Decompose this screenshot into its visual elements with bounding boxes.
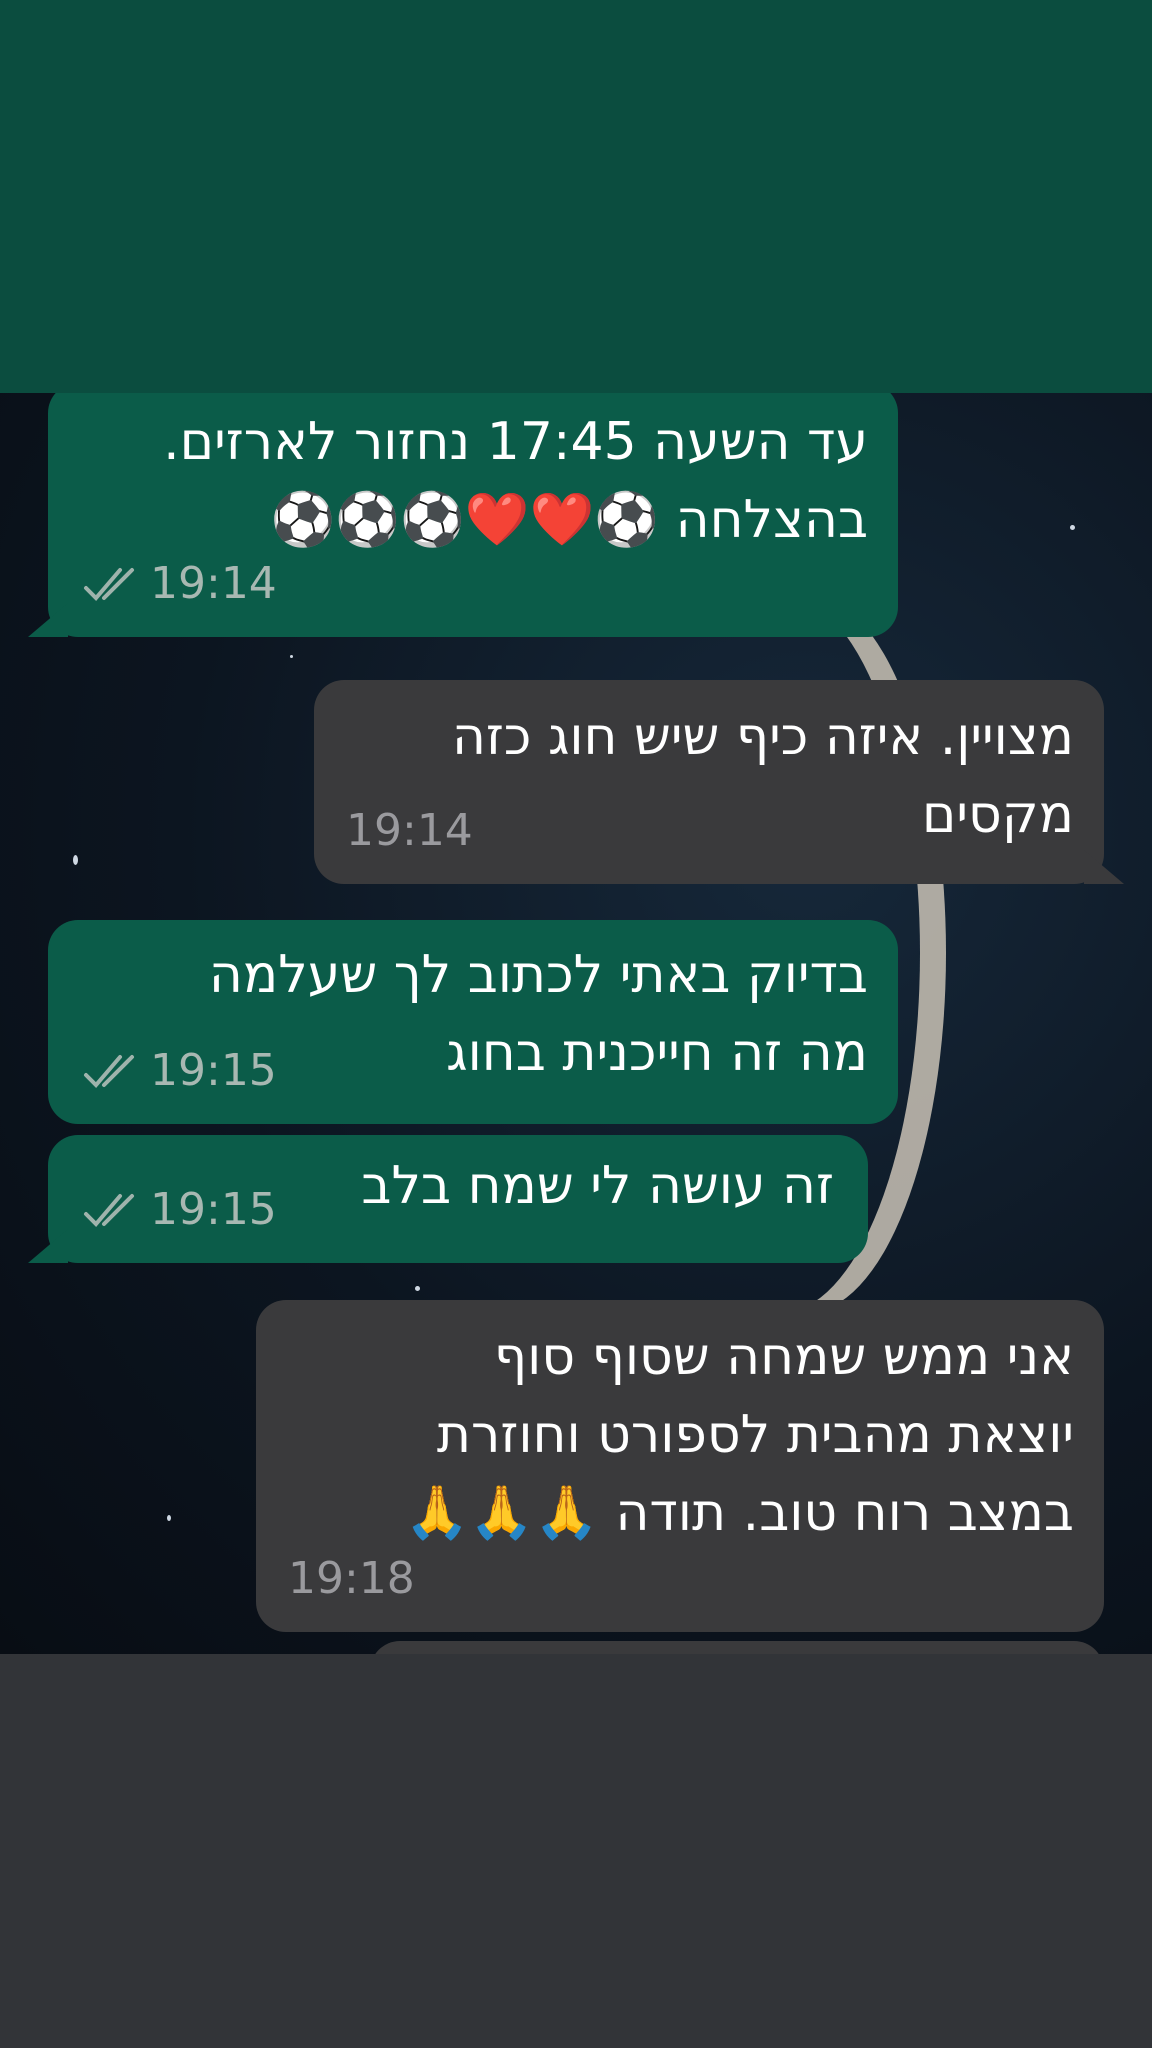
message-line: אני ממש שמחה שסוף סוף (493, 1327, 1074, 1387)
message-time: 19:14 (346, 805, 473, 856)
bubble-tail (1084, 850, 1124, 884)
message-text: אני ממש שמחה שסוף סוף יוצאת מהבית לספורט… (405, 1318, 1074, 1552)
message-bubble-outgoing[interactable]: עד השעה 17:45 נחזור לארזים. בהצלחה ⚽️❤️❤… (28, 393, 898, 637)
message-line: מקסים (921, 785, 1074, 845)
message-bubble-outgoing[interactable]: בדיוק באתי לכתוב לך שעלמה מה זה חייכנית … (48, 920, 898, 1124)
message-bubble-incoming-partial[interactable] (370, 1641, 1104, 1654)
message-time: 19:15 (150, 1045, 277, 1096)
top-overlay-band (0, 0, 1152, 393)
message-time: 19:15 (150, 1184, 277, 1235)
message-text: זה עושה לי שמח בלב (361, 1147, 834, 1225)
message-meta: 19:14 (346, 792, 473, 870)
message-meta: 19:18 (288, 1540, 415, 1618)
read-double-check-icon (84, 1055, 134, 1088)
message-line: מה זה חייכנית בחוג (446, 1023, 868, 1083)
message-time: 19:14 (150, 558, 277, 609)
star-decoration (167, 1515, 171, 1521)
message-line: זה עושה לי שמח בלב (361, 1156, 834, 1216)
message-time: 19:18 (288, 1553, 415, 1604)
star-decoration (415, 1286, 420, 1291)
star-decoration (73, 855, 78, 865)
star-decoration (290, 655, 293, 658)
message-meta: 19:15 (82, 1171, 277, 1249)
message-bubble-outgoing[interactable]: זה עושה לי שמח בלב 19:15 (28, 1135, 868, 1263)
message-bubble-incoming[interactable]: אני ממש שמחה שסוף סוף יוצאת מהבית לספורט… (256, 1300, 1104, 1632)
chat-message-list[interactable]: עד השעה 17:45 נחזור לארזים. בהצלחה ⚽️❤️❤… (0, 393, 1152, 1654)
message-meta: 19:14 (82, 545, 277, 623)
message-line: יוצאת מהבית לספורט וחוזרת (436, 1405, 1074, 1465)
bubble-tail (28, 603, 68, 637)
read-double-check-icon (84, 568, 134, 601)
message-text: עד השעה 17:45 נחזור לארזים. בהצלחה ⚽️❤️❤… (163, 403, 868, 559)
star-decoration (1070, 525, 1075, 530)
message-line: במצב רוח טוב. תודה 🙏🙏🙏 (404, 1483, 1074, 1543)
message-line: מצויין. איזה כיף שיש חוג כזה (451, 707, 1074, 767)
bottom-overlay-band (0, 1654, 1152, 2048)
message-line: עד השעה 17:45 נחזור לארזים. (163, 412, 868, 472)
message-text: בדיוק באתי לכתוב לך שעלמה מה זה חייכנית … (209, 936, 868, 1092)
message-line: בדיוק באתי לכתוב לך שעלמה (208, 945, 868, 1005)
bubble-tail (28, 1229, 68, 1263)
message-bubble-incoming[interactable]: מצויין. איזה כיף שיש חוג כזה מקסים 19:14 (314, 680, 1124, 884)
read-double-check-icon (84, 1194, 134, 1227)
message-meta: 19:15 (82, 1032, 277, 1110)
message-text: מצויין. איזה כיף שיש חוג כזה מקסים (452, 698, 1074, 854)
